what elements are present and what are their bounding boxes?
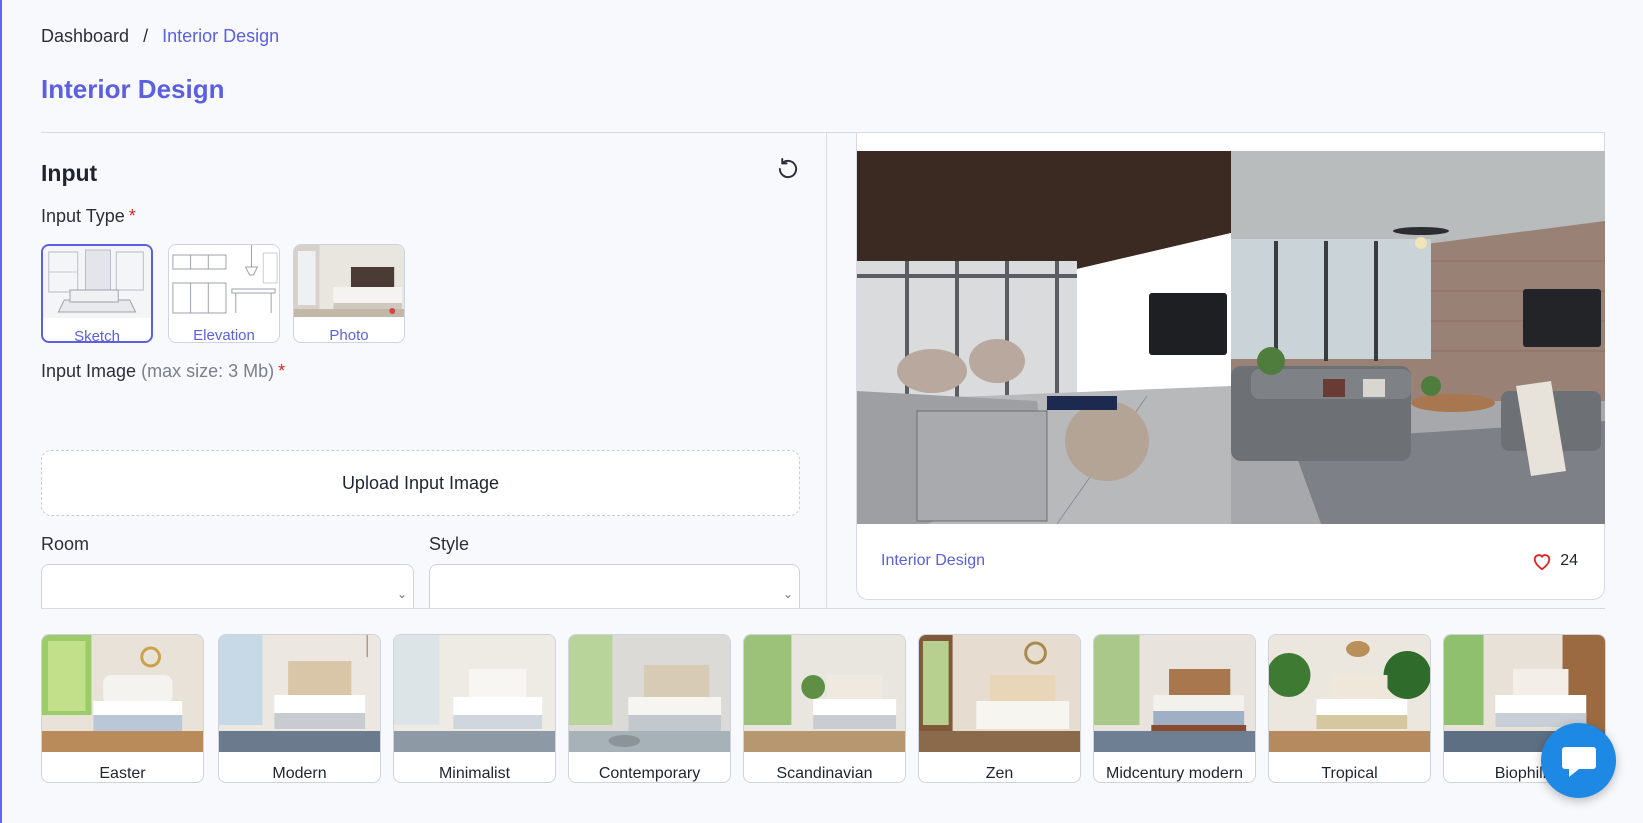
elevation-thumbnail — [169, 245, 279, 317]
style-thumbnail — [394, 635, 555, 752]
input-image-label-text: Input Image — [41, 361, 137, 381]
required-mark: * — [128, 206, 136, 226]
style-name: Modern — [272, 765, 327, 782]
preview-tag-link[interactable]: Interior Design — [881, 552, 985, 570]
style-tile-contemporary[interactable]: Contemporary — [568, 634, 731, 783]
style-name: Contemporary — [598, 765, 701, 782]
chat-icon — [1561, 746, 1596, 777]
heart-icon[interactable] — [1531, 551, 1553, 571]
style-name: Minimalist — [438, 765, 511, 782]
panel-divider — [826, 133, 827, 608]
chevron-down-icon: ⌄ — [782, 587, 793, 601]
required-mark: * — [278, 361, 286, 381]
input-type-label-text: Input Type — [41, 206, 125, 226]
style-name: Scandinavian — [776, 765, 873, 782]
input-type-photo[interactable]: Photo — [293, 244, 405, 343]
style-tile-zen[interactable]: Zen — [918, 634, 1081, 783]
style-thumbnail — [1269, 635, 1430, 752]
photo-thumbnail — [294, 245, 404, 317]
page-title: Interior Design — [41, 74, 225, 104]
style-label: Style — [429, 534, 470, 554]
preview-sketch-image[interactable] — [857, 151, 1231, 524]
style-select[interactable]: ⌄ — [429, 564, 800, 608]
style-thumbnail — [1094, 635, 1255, 752]
breadcrumb-current: Interior Design — [162, 26, 280, 46]
input-type-label: Sketch — [74, 328, 120, 343]
chevron-down-icon: ⌄ — [396, 587, 407, 601]
room-label: Room — [41, 534, 90, 554]
room-select[interactable]: ⌄ — [41, 564, 414, 608]
style-thumbnail — [744, 635, 905, 752]
input-type-label: Elevation — [193, 327, 255, 343]
input-type-elevation[interactable]: Elevation — [168, 244, 280, 343]
input-type-sketch[interactable]: Sketch — [41, 244, 153, 343]
style-name: Zen — [985, 765, 1014, 782]
style-thumbnail — [42, 635, 203, 752]
upload-input-image-button[interactable]: Upload Input Image — [41, 450, 800, 516]
chat-button[interactable] — [1541, 723, 1616, 798]
gallery-divider — [41, 608, 1605, 609]
breadcrumb-separator: / — [143, 26, 149, 46]
style-tile-modern[interactable]: Modern — [218, 634, 381, 783]
like-count: 24 — [1560, 552, 1578, 569]
input-image-label: Input Image (max size: 3 Mb) * — [41, 361, 285, 382]
style-thumbnail — [219, 635, 380, 752]
preview-rendered-image[interactable] — [1231, 151, 1605, 524]
input-type-label: Input Type * — [41, 206, 136, 227]
style-tile-tropical[interactable]: Tropical — [1268, 634, 1431, 783]
style-tile-easter[interactable]: Easter — [41, 634, 204, 783]
upload-label: Upload Input Image — [341, 472, 500, 493]
style-name: Midcentury modern — [1106, 765, 1243, 782]
style-thumbnail — [569, 635, 730, 752]
style-tile-minimalist[interactable]: Minimalist — [393, 634, 556, 783]
sketch-thumbnail — [43, 246, 151, 318]
input-type-label: Photo — [329, 327, 369, 343]
reset-icon[interactable] — [775, 156, 801, 182]
style-name: Tropical — [1321, 765, 1378, 782]
style-tile-scandinavian[interactable]: Scandinavian — [743, 634, 906, 783]
style-thumbnail — [919, 635, 1080, 752]
style-name: Easter — [99, 765, 146, 782]
breadcrumb: Dashboard / Interior Design — [41, 26, 279, 47]
style-tile-midcentury-modern[interactable]: Midcentury modern — [1093, 634, 1256, 783]
preview-card: Interior Design 24 — [856, 133, 1605, 600]
input-heading: Input — [41, 160, 98, 186]
input-image-hint: (max size: 3 Mb) — [141, 361, 275, 381]
breadcrumb-dashboard-link[interactable]: Dashboard — [41, 26, 129, 47]
like-counter: 24 — [1531, 551, 1578, 571]
